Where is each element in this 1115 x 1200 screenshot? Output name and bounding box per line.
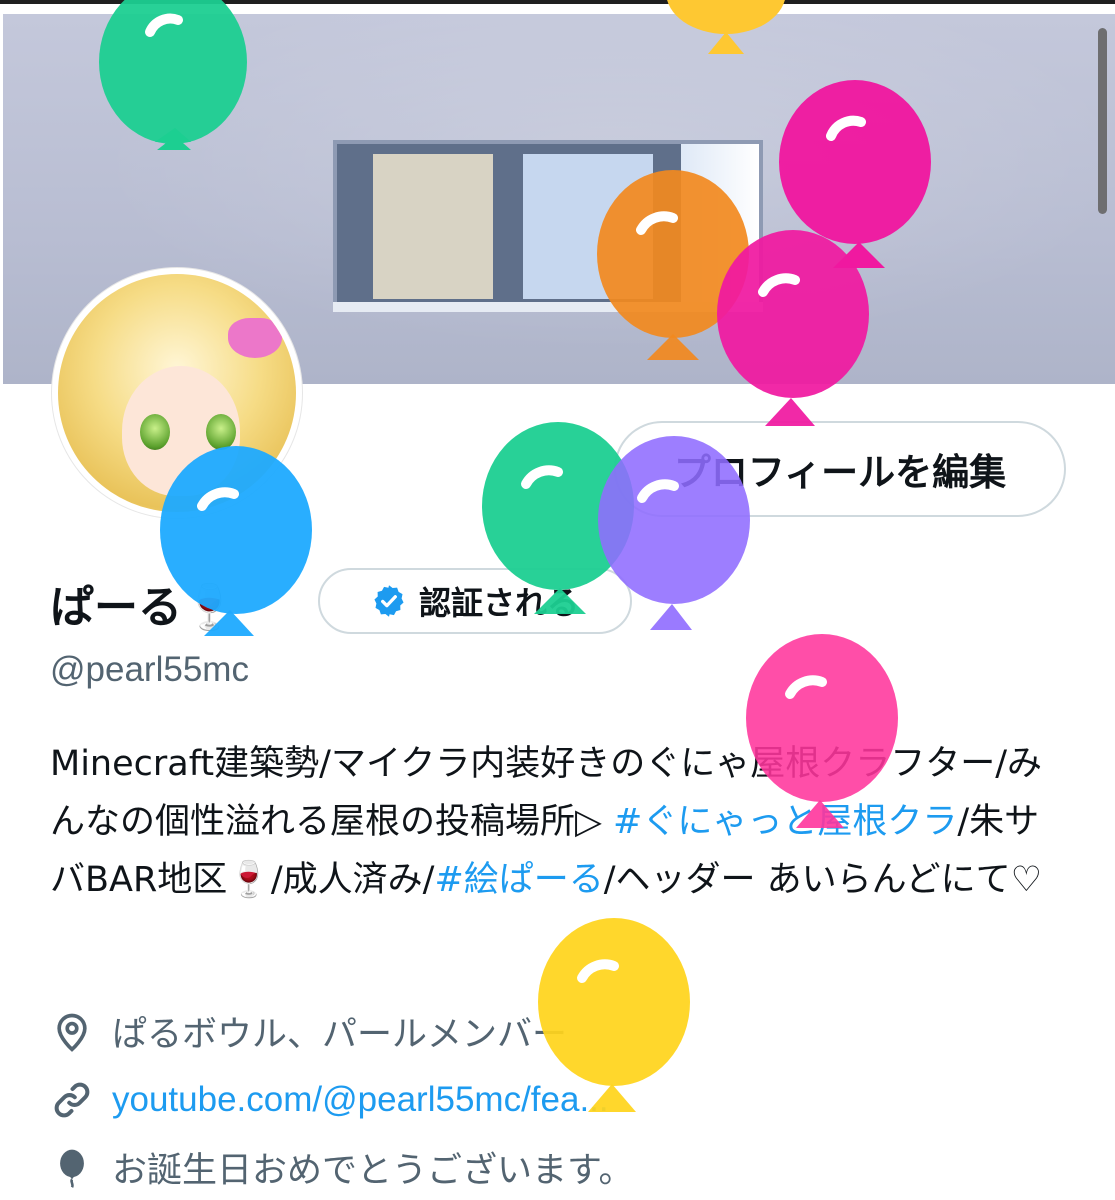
banner-figure-right xyxy=(523,154,653,299)
location-row: ぱるボウル、パールメンバー xyxy=(50,1006,567,1057)
display-name-text: ぱーる xyxy=(50,582,182,633)
scrollbar[interactable] xyxy=(1098,28,1107,214)
verified-badge-icon xyxy=(374,585,404,617)
verify-label: 認証される xyxy=(418,584,579,622)
balloon-icon xyxy=(60,1149,84,1188)
hashtag-link[interactable]: #ぐにゃっと屋根クラ xyxy=(613,802,957,842)
birthday-row: お誕生日おめでとうございます。 xyxy=(50,1142,634,1193)
profile-page: プロフィールを編集 ぱーる🍷 認証される @pearl55mc Minecraf… xyxy=(0,0,1115,1200)
get-verified-button[interactable]: 認証される xyxy=(318,568,632,634)
handle: @pearl55mc xyxy=(50,650,249,689)
avatar-eye-left xyxy=(140,414,170,450)
avatar-eye-right xyxy=(206,414,236,450)
link-icon xyxy=(54,1082,90,1118)
edit-profile-label: プロフィールを編集 xyxy=(673,451,1007,494)
avatar-ribbon xyxy=(228,318,282,358)
edit-profile-button[interactable]: プロフィールを編集 xyxy=(614,421,1066,517)
banner-niche-light xyxy=(681,144,759,304)
banner-shelf xyxy=(333,302,763,312)
location-pin-icon xyxy=(57,1013,87,1052)
bio: Minecraft建築勢/マイクラ内装好きのぐにゃ屋根クラフター/みんなの個性溢… xyxy=(50,735,1070,909)
bio-text: /ヘッダー あいらんどにて♡ xyxy=(603,860,1043,900)
birthday-text: お誕生日おめでとうございます。 xyxy=(112,1151,634,1191)
wine-emoji: 🍷 xyxy=(182,582,237,633)
avatar[interactable] xyxy=(52,268,302,518)
website-link[interactable]: youtube.com/@pearl55mc/fea... xyxy=(112,1080,609,1120)
banner-figure-left xyxy=(373,154,493,299)
display-name: ぱーる🍷 xyxy=(50,571,237,635)
hashtag-link[interactable]: #絵ぱーる xyxy=(434,860,603,900)
location-text: ぱるボウル、パールメンバー xyxy=(112,1015,568,1055)
website-row: youtube.com/@pearl55mc/fea... xyxy=(50,1078,609,1122)
top-divider xyxy=(0,0,1115,4)
